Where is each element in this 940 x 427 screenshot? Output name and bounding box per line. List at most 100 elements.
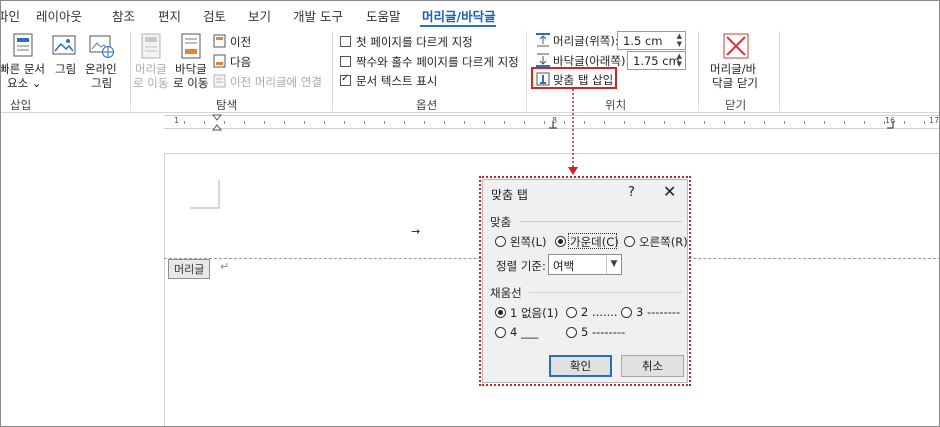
ruler-tick <box>184 121 185 124</box>
ruler-tick <box>804 121 805 124</box>
link-previous-icon <box>213 74 226 88</box>
group-label-navigation: 탐색 <box>216 98 238 112</box>
group-label-close: 닫기 <box>725 98 747 112</box>
leader-middot-radio[interactable] <box>566 327 577 338</box>
margin-corner-mark <box>190 180 220 209</box>
link-previous-button[interactable]: 이전 머리글에 연결 <box>230 74 322 90</box>
align-center-radio[interactable] <box>555 236 566 247</box>
group-label-position: 위치 <box>605 98 627 112</box>
group-separator <box>332 31 333 111</box>
alignment-tab-dialog: 맞춤 탭 ? ✕ 맞춤 왼쪽(L) 가운데(C) 오른쪽(R) 정렬 기준: 여… <box>482 179 688 383</box>
ruler-tick <box>644 121 645 124</box>
app-window: 파인 레이아웃 참조 편지 검토 보기 개발 도구 도움말 머리글/바닥글 빠른… <box>0 0 940 427</box>
ruler-tick <box>324 121 325 124</box>
insert-alignment-tab-button[interactable]: 맞춤 탭 삽입 <box>553 72 613 88</box>
quick-parts-label2: 요소 ⌄ <box>7 76 42 90</box>
goto-header-button[interactable]: 머리글 로 이동 <box>133 61 169 91</box>
odd-even-checkbox[interactable] <box>340 56 351 67</box>
ribbon-tabs: 파인 레이아웃 참조 편지 검토 보기 개발 도구 도움말 머리글/바닥글 <box>1 1 939 28</box>
ruler-tick <box>884 121 885 124</box>
leader-dashes-radio[interactable] <box>621 307 632 318</box>
leader-middot-label: 5 -------- <box>581 325 626 339</box>
show-doc-text-label: 문서 텍스트 표시 <box>356 74 438 88</box>
section-divider <box>519 221 682 222</box>
close-header-footer-icon <box>723 33 749 59</box>
ruler-tick <box>824 121 825 124</box>
align-right-radio[interactable] <box>624 236 635 247</box>
ruler-tick <box>204 121 205 124</box>
previous-button[interactable]: 이전 <box>230 34 251 50</box>
dialog-title: 맞춤 탭 <box>491 188 528 202</box>
tab-design[interactable]: 파인 <box>1 6 20 25</box>
leader-none-radio[interactable] <box>495 307 506 318</box>
tab-developer[interactable]: 개발 도구 <box>293 6 343 25</box>
ruler-tick <box>564 121 565 124</box>
previous-icon <box>213 34 226 48</box>
cancel-button[interactable]: 취소 <box>621 355 684 377</box>
tab-help[interactable]: 도움말 <box>366 6 401 25</box>
ruler-tick <box>924 121 925 124</box>
center-tab-stop-icon[interactable] <box>548 120 558 130</box>
next-icon <box>213 54 226 68</box>
ruler-tick <box>584 121 585 124</box>
ruler-tick <box>744 121 745 124</box>
ruler-tick <box>284 121 285 124</box>
ruler-tick <box>444 121 445 124</box>
spinner-arrows-icon[interactable]: ▲ ▼ <box>677 32 682 48</box>
goto-footer-icon <box>181 33 201 59</box>
leader-dots-radio[interactable] <box>566 307 577 318</box>
align-left-radio[interactable] <box>495 236 506 247</box>
picture-icon <box>52 35 76 55</box>
quick-parts-button[interactable]: 빠른 문서 요소 ⌄ <box>1 61 47 95</box>
ruler-tick <box>304 121 305 124</box>
online-picture-icon <box>89 35 114 58</box>
show-doc-text-checkbox[interactable] <box>340 73 351 86</box>
indent-marker-icon[interactable] <box>212 114 222 132</box>
ruler-tick <box>224 121 225 124</box>
align-left-label: 왼쪽(L) <box>510 235 547 249</box>
tab-mailings[interactable]: 편지 <box>158 6 181 25</box>
align-right-label: 오른쪽(R) <box>639 235 688 249</box>
leader-dashes-label: 3 -------- <box>636 305 681 319</box>
odd-even-label: 짝수와 홀수 페이지를 다르게 지정 <box>356 55 519 69</box>
ok-button[interactable]: 확인 <box>549 355 612 377</box>
goto-footer-button[interactable]: 바닥글 로 이동 <box>173 61 209 91</box>
ruler-tick <box>704 121 705 124</box>
first-page-checkbox[interactable] <box>340 36 351 47</box>
tab-view[interactable]: 보기 <box>248 6 271 25</box>
ruler-tick <box>524 121 525 124</box>
quick-parts-icon <box>13 33 33 57</box>
ruler-tick <box>504 121 505 124</box>
right-tab-stop-icon[interactable] <box>886 120 896 130</box>
ruler-tick <box>724 121 725 124</box>
ruler-tick <box>624 121 625 124</box>
paragraph-mark: ↵ <box>220 260 230 273</box>
online-picture-button[interactable]: 온라인 그림 <box>83 61 123 91</box>
ruler-tick <box>764 121 765 124</box>
ruler-tick <box>384 121 385 124</box>
close-icon[interactable]: ✕ <box>663 182 676 201</box>
horizontal-ruler[interactable]: 1 8 16 17 <box>164 114 939 132</box>
close-header-footer-button[interactable]: 머리글/바 닥글 닫기 <box>707 61 767 91</box>
ruler-tick <box>684 121 685 124</box>
tab-references[interactable]: 참조 <box>112 6 135 25</box>
align-base-select[interactable]: 여백 ▼ <box>548 254 622 275</box>
header-top-spinner[interactable]: 1.5 cm ▲ ▼ <box>617 31 686 50</box>
tab-review[interactable]: 검토 <box>203 6 226 25</box>
help-button[interactable]: ? <box>628 185 635 200</box>
leader-none-label: 1 없음(1) <box>510 306 559 320</box>
header-top-icon <box>536 33 550 47</box>
picture-button[interactable]: 그림 <box>55 61 76 77</box>
tab-header-footer[interactable]: 머리글/바닥글 <box>422 6 496 25</box>
next-button[interactable]: 다음 <box>230 54 251 70</box>
footer-bottom-spinner[interactable]: 1.75 cm ▲ ▼ <box>627 51 686 70</box>
ruler-tick <box>864 121 865 124</box>
spinner-arrows-icon[interactable]: ▲ ▼ <box>677 52 682 68</box>
leader-line-radio[interactable] <box>495 327 506 338</box>
leader-dots-label: 2 ....... <box>581 305 618 319</box>
group-separator <box>130 31 131 111</box>
tab-arrow-mark: → <box>411 225 421 238</box>
tab-layout[interactable]: 레이아웃 <box>36 6 82 25</box>
ruler-tick <box>604 121 605 124</box>
ruler-tick <box>464 121 465 124</box>
